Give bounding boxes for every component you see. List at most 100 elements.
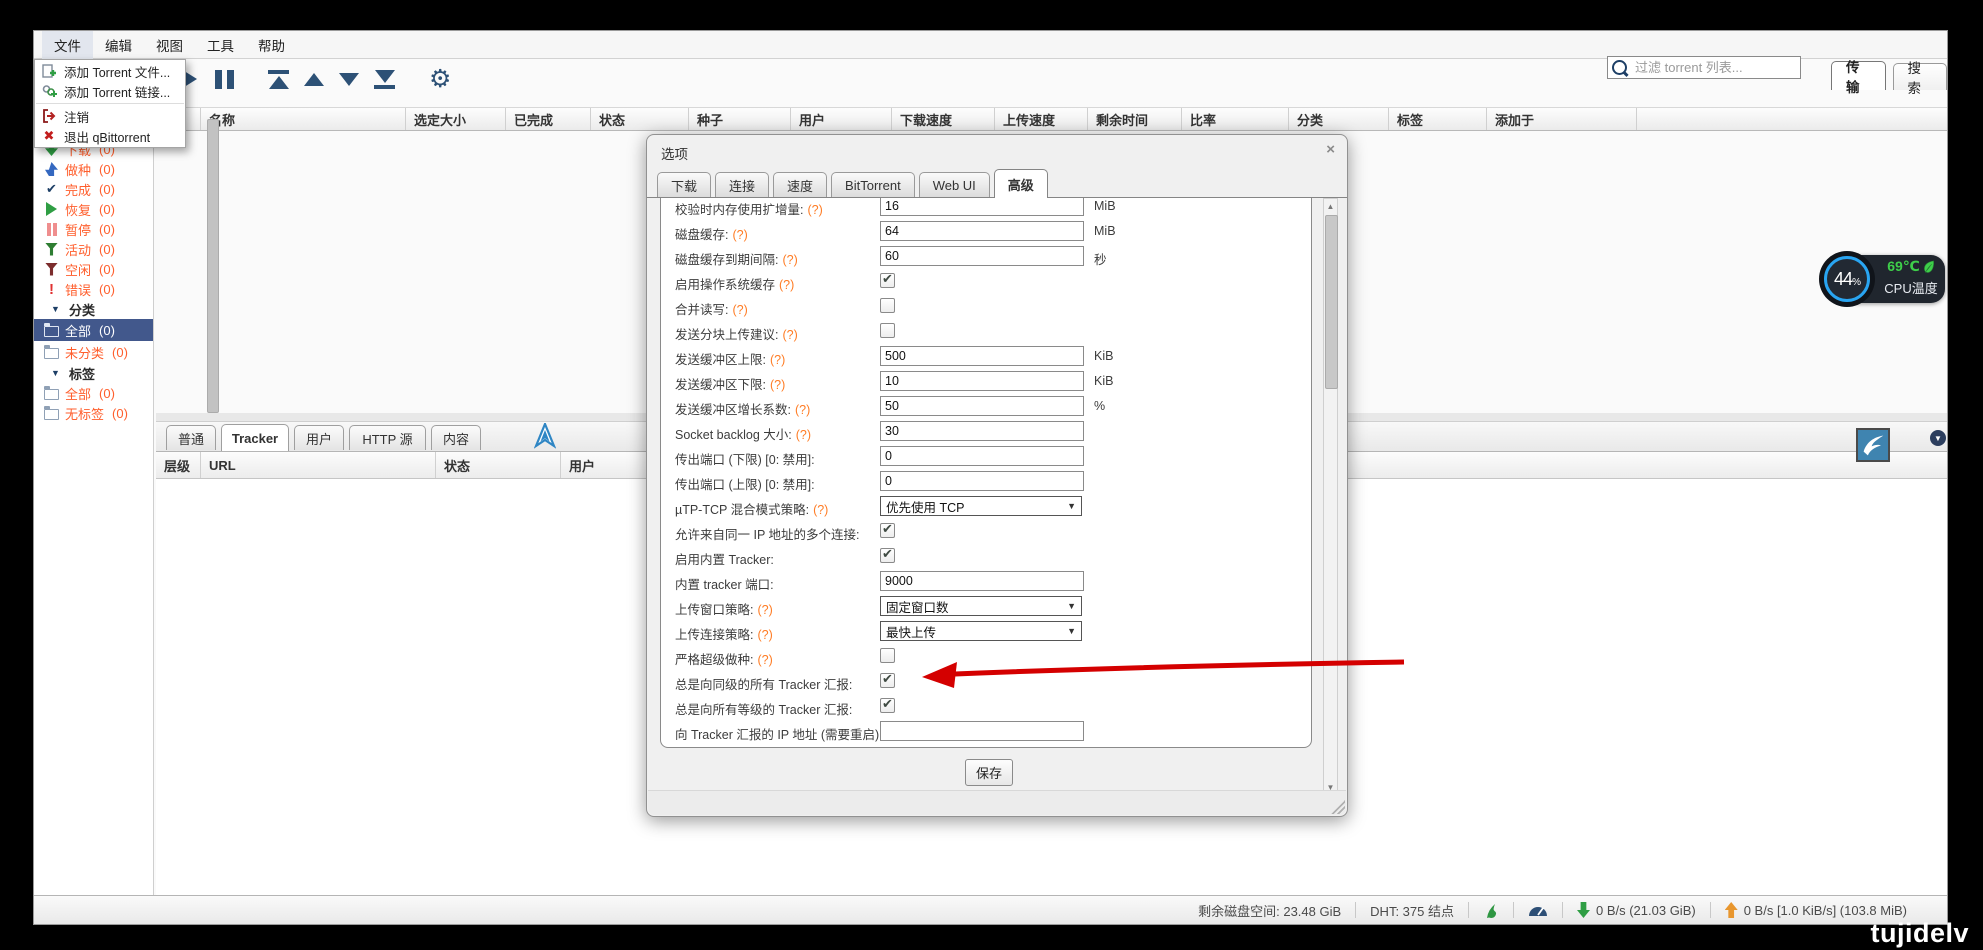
scroll-up-icon[interactable]: ▲ (1324, 202, 1337, 211)
help-link[interactable]: (?) (807, 203, 822, 217)
setting-checkbox[interactable] (880, 323, 895, 338)
sidebar-filter-暂停[interactable]: 暂停(0) (34, 219, 153, 239)
column-header-下载速度[interactable]: 下载速度 (892, 108, 995, 130)
dialog-scrollbar[interactable]: ▲ ▼ (1323, 198, 1338, 796)
setting-checkbox[interactable] (880, 548, 895, 563)
setting-checkbox[interactable] (880, 698, 895, 713)
options-tab-连接[interactable]: 连接 (715, 172, 769, 197)
help-link[interactable]: (?) (757, 653, 772, 667)
tracker-column-状态[interactable]: 状态 (436, 452, 561, 478)
help-link[interactable]: (?) (795, 403, 810, 417)
chevron-down-icon[interactable]: ▼ (1930, 430, 1946, 446)
menu-帮助[interactable]: 帮助 (246, 31, 297, 59)
sidebar-filter-完成[interactable]: 完成(0) (34, 179, 153, 199)
setting-select[interactable]: 固定窗口数 (880, 596, 1082, 616)
sidebar-tag-全部[interactable]: 全部(0) (34, 383, 153, 403)
help-link[interactable]: (?) (779, 278, 794, 292)
setting-checkbox[interactable] (880, 648, 895, 663)
tracker-column-层级[interactable]: 层级 (156, 452, 201, 478)
setting-select[interactable]: 最快上传 (880, 621, 1082, 641)
menu-工具[interactable]: 工具 (195, 31, 246, 59)
tracker-column-URL[interactable]: URL (201, 452, 436, 478)
menu-item-4[interactable]: ✖退出 qBittorrent (35, 126, 185, 146)
sidebar-category-未分类[interactable]: 未分类(0) (34, 341, 153, 363)
help-link[interactable]: (?) (732, 228, 747, 242)
help-link[interactable]: (?) (782, 328, 797, 342)
setting-input[interactable] (880, 421, 1084, 441)
details-tab-内容[interactable]: 内容 (431, 425, 481, 450)
menu-编辑[interactable]: 编辑 (93, 31, 144, 59)
move-top-icon[interactable] (268, 67, 289, 91)
pause-icon[interactable] (214, 67, 234, 91)
setting-input[interactable] (880, 471, 1084, 491)
connection-status-icon[interactable] (1483, 902, 1499, 919)
details-tab-Tracker[interactable]: Tracker (221, 424, 289, 451)
setting-input[interactable] (880, 571, 1084, 591)
sidebar-categories-header[interactable]: 分类 (34, 299, 153, 319)
move-up-icon[interactable] (304, 67, 324, 91)
sidebar-filter-活动[interactable]: 活动(0) (34, 239, 153, 259)
details-tab-普通[interactable]: 普通 (166, 425, 216, 450)
resize-grip[interactable] (1331, 800, 1345, 814)
sidebar-tags-header[interactable]: 标签 (34, 363, 153, 383)
details-tab-用户[interactable]: 用户 (294, 425, 344, 450)
details-tab-HTTP 源[interactable]: HTTP 源 (349, 425, 426, 450)
move-bottom-icon[interactable] (374, 67, 395, 91)
help-link[interactable]: (?) (770, 353, 785, 367)
setting-input[interactable] (880, 396, 1084, 416)
help-link[interactable]: (?) (813, 503, 828, 517)
options-gear-icon[interactable]: ⚙ (429, 67, 451, 91)
scrollbar-thumb[interactable] (1325, 215, 1338, 389)
column-header-添加于[interactable]: 添加于 (1487, 108, 1637, 130)
setting-input[interactable] (880, 221, 1084, 241)
setting-input[interactable] (880, 346, 1084, 366)
options-tab-下载[interactable]: 下载 (657, 172, 711, 197)
view-tab-搜索[interactable]: 搜索 (1893, 63, 1948, 90)
setting-checkbox[interactable] (880, 298, 895, 313)
menu-文件[interactable]: 文件 (42, 31, 93, 59)
filter-input[interactable] (1633, 59, 1813, 76)
setting-input[interactable] (880, 198, 1084, 216)
column-header-标签[interactable]: 标签 (1389, 108, 1487, 130)
help-link[interactable]: (?) (782, 253, 797, 267)
column-header-状态[interactable]: 状态 (591, 108, 689, 130)
options-tab-BitTorrent[interactable]: BitTorrent (831, 172, 915, 197)
options-tab-Web UI[interactable]: Web UI (919, 172, 990, 197)
menu-item-1[interactable]: 添加 Torrent 文件... (35, 61, 185, 81)
move-down-icon[interactable] (339, 67, 359, 91)
menu-视图[interactable]: 视图 (144, 31, 195, 59)
column-header-种子[interactable]: 种子 (689, 108, 791, 130)
swallow-logo-icon[interactable] (1856, 428, 1890, 462)
column-header-比率[interactable]: 比率 (1182, 108, 1289, 130)
setting-input[interactable] (880, 446, 1084, 466)
options-tab-高级[interactable]: 高级 (994, 169, 1048, 198)
sidebar-filter-恢复[interactable]: 恢复(0) (34, 199, 153, 219)
column-header-名称[interactable]: 名称 (201, 108, 406, 130)
help-link[interactable]: (?) (757, 628, 772, 642)
alt-speed-gauge-icon[interactable] (1528, 904, 1548, 917)
column-header-上传速度[interactable]: 上传速度 (995, 108, 1088, 130)
help-link[interactable]: (?) (770, 378, 785, 392)
column-header-分类[interactable]: 分类 (1289, 108, 1389, 130)
column-header-用户[interactable]: 用户 (791, 108, 892, 130)
setting-checkbox[interactable] (880, 673, 895, 688)
sidebar-category-全部[interactable]: 全部(0) (34, 319, 153, 341)
help-link[interactable]: (?) (796, 428, 811, 442)
column-header-剩余时间[interactable]: 剩余时间 (1088, 108, 1182, 130)
setting-checkbox[interactable] (880, 273, 895, 288)
setting-input[interactable] (880, 721, 1084, 741)
dialog-title-bar[interactable]: 选项 × (647, 135, 1347, 167)
setting-select[interactable]: 优先使用 TCP (880, 496, 1082, 516)
column-header-选定大小[interactable]: 选定大小 (406, 108, 506, 130)
close-icon[interactable]: × (1326, 141, 1335, 158)
torrent-list-scrollbar[interactable] (207, 119, 219, 413)
save-button[interactable]: 保存 (965, 759, 1013, 786)
setting-checkbox[interactable] (880, 523, 895, 538)
setting-input[interactable] (880, 371, 1084, 391)
sidebar-tag-无标签[interactable]: 无标签(0) (34, 403, 153, 423)
view-tab-传输[interactable]: 传输 (1831, 61, 1886, 90)
column-header-已完成[interactable]: 已完成 (506, 108, 591, 130)
menu-item-3[interactable]: 注销 (35, 106, 185, 126)
sidebar-filter-错误[interactable]: 错误(0) (34, 279, 153, 299)
setting-input[interactable] (880, 246, 1084, 266)
